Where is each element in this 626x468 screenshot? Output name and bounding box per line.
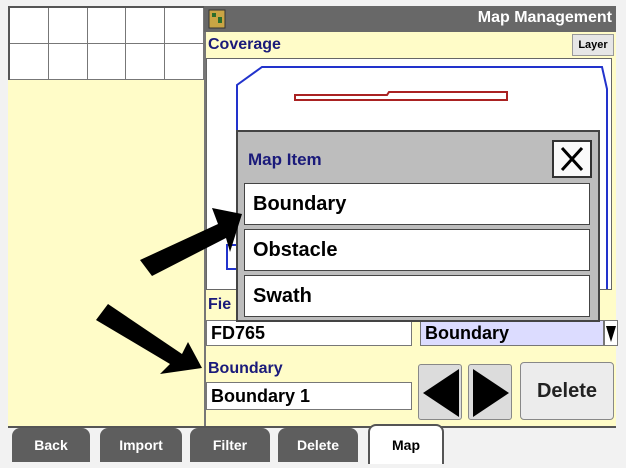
grid-cell[interactable] bbox=[10, 44, 49, 80]
boundary-label: Boundary bbox=[208, 360, 283, 377]
app-icon bbox=[208, 9, 226, 29]
select-dropdown-button[interactable] bbox=[604, 320, 618, 346]
grid-cell[interactable] bbox=[48, 8, 88, 44]
field-label: Fie bbox=[208, 296, 232, 313]
popup-close-button[interactable] bbox=[552, 140, 592, 178]
grid-cell[interactable] bbox=[48, 44, 88, 80]
grid-cell[interactable] bbox=[87, 44, 127, 80]
title-bar: Map Management bbox=[204, 6, 616, 32]
grid-cell[interactable] bbox=[126, 44, 166, 80]
map-item-select[interactable]: Boundary bbox=[420, 320, 604, 346]
grid-cell[interactable] bbox=[10, 8, 49, 44]
tab-back[interactable]: Back bbox=[12, 428, 90, 462]
boundary-input[interactable]: Boundary 1 bbox=[206, 382, 412, 410]
tab-delete[interactable]: Delete bbox=[278, 428, 358, 462]
close-icon bbox=[560, 146, 584, 172]
next-boundary-button[interactable] bbox=[468, 364, 512, 420]
popup-item-swath[interactable]: Swath bbox=[244, 275, 590, 317]
previous-boundary-button[interactable] bbox=[418, 364, 462, 420]
grid-cell[interactable] bbox=[87, 8, 127, 44]
grid-cell[interactable] bbox=[165, 44, 204, 80]
layer-button[interactable]: Layer bbox=[572, 34, 614, 56]
tab-import[interactable]: Import bbox=[100, 428, 182, 462]
coverage-label: Coverage bbox=[208, 36, 281, 53]
tab-map[interactable]: Map bbox=[368, 424, 444, 464]
slot-grid bbox=[8, 6, 204, 80]
arrow-left-icon bbox=[423, 369, 459, 417]
pointer-arrow-icon bbox=[140, 208, 242, 276]
grid-cell[interactable] bbox=[126, 8, 166, 44]
delete-boundary-button[interactable]: Delete bbox=[520, 362, 614, 420]
popup-title: Map Item bbox=[248, 150, 322, 169]
dropdown-arrow-icon bbox=[606, 326, 616, 342]
window-title: Map Management bbox=[477, 9, 612, 26]
field-input[interactable]: FD765 bbox=[206, 320, 412, 346]
grid-cell[interactable] bbox=[165, 8, 204, 44]
arrow-right-icon bbox=[473, 369, 509, 417]
popup-item-boundary[interactable]: Boundary bbox=[244, 183, 590, 225]
popup-item-obstacle[interactable]: Obstacle bbox=[244, 229, 590, 271]
pointer-arrow-icon bbox=[96, 304, 202, 374]
tab-filter[interactable]: Filter bbox=[190, 428, 270, 462]
